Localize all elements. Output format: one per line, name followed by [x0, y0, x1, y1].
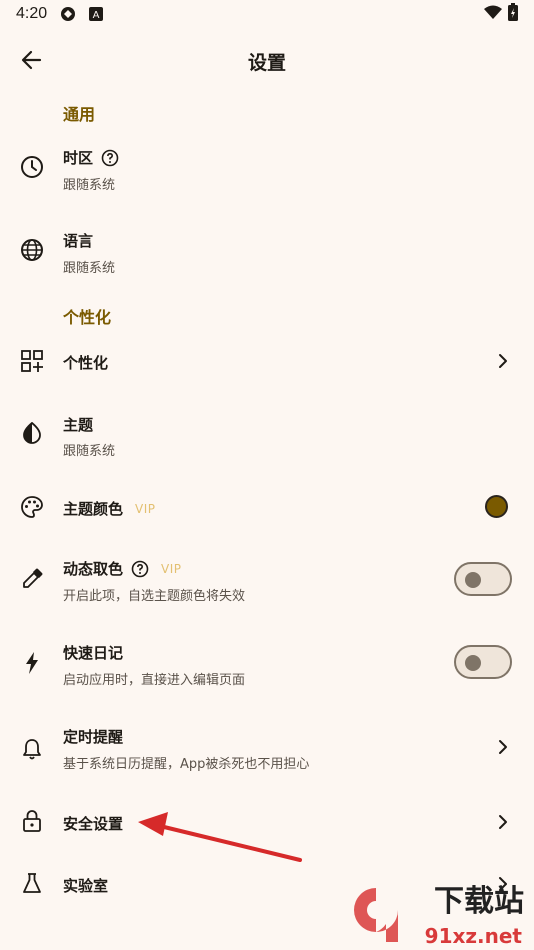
wifi-icon: [484, 5, 502, 23]
watermark: 下载站 91xz.net: [340, 880, 530, 950]
reminder-subtitle: 基于系统日历提醒，App被杀死也不用担心: [63, 757, 310, 772]
status-time: 4:20: [16, 5, 48, 22]
watermark-url: 91xz.net: [424, 924, 522, 948]
vip-badge: VIP: [161, 561, 182, 576]
section-header-personalize: 个性化: [63, 308, 112, 327]
bell-icon: [19, 736, 45, 762]
language-subtitle: 跟随系统: [63, 261, 116, 276]
clock-icon: [19, 154, 45, 180]
setting-timezone[interactable]: 时区 跟随系统: [0, 140, 534, 206]
flask-icon: [19, 870, 45, 896]
status-bar: 4:20 A: [0, 0, 534, 28]
setting-security[interactable]: 安全设置: [0, 796, 534, 846]
help-circle-icon[interactable]: [101, 149, 119, 167]
quick-diary-toggle[interactable]: [454, 645, 512, 679]
timezone-title: 时区: [63, 149, 94, 167]
security-title: 安全设置: [63, 815, 124, 833]
dynamic-color-toggle[interactable]: [454, 562, 512, 596]
language-title: 语言: [63, 232, 94, 250]
vip-badge: VIP: [135, 501, 156, 516]
widgets-icon: [19, 348, 45, 374]
toggle-knob: [465, 572, 481, 588]
chevron-right-icon: [496, 813, 510, 831]
theme-color-title: 主题颜色: [63, 500, 124, 518]
dynamic-color-subtitle: 开启此项，自选主题颜色将失效: [63, 589, 246, 604]
watermark-logo-icon: [354, 888, 398, 942]
setting-theme[interactable]: 主题 跟随系统: [0, 408, 534, 468]
bolt-icon: [19, 650, 45, 676]
battery-icon: [508, 3, 518, 25]
chevron-right-icon: [496, 738, 510, 756]
toggle-knob: [465, 655, 481, 671]
lock-icon: [19, 808, 45, 834]
watermark-text: 下载站: [434, 884, 524, 919]
setting-language[interactable]: 语言 跟随系统: [0, 223, 534, 289]
page-title: 设置: [247, 52, 286, 74]
timezone-subtitle: 跟随系统: [63, 178, 116, 193]
a-badge-icon: A: [89, 7, 104, 21]
reminder-title: 定时提醒: [63, 728, 124, 746]
theme-color-swatch[interactable]: [485, 495, 508, 518]
theme-subtitle: 跟随系统: [63, 444, 116, 459]
setting-quick-diary[interactable]: 快速日记 启动应用时，直接进入编辑页面: [0, 636, 534, 696]
dynamic-color-title: 动态取色: [63, 560, 124, 578]
palette-icon: [19, 494, 45, 520]
app-bar: 设置: [0, 36, 534, 84]
quick-diary-subtitle: 启动应用时，直接进入编辑页面: [63, 673, 246, 688]
setting-personalize[interactable]: 个性化: [0, 336, 534, 386]
setting-theme-color[interactable]: 主题颜色 VIP: [0, 482, 534, 532]
personalize-title: 个性化: [63, 354, 109, 372]
lab-title: 实验室: [63, 877, 109, 895]
globe-icon: [19, 237, 45, 263]
chevron-right-icon: [496, 352, 510, 370]
setting-dynamic-color[interactable]: 动态取色 VIP 开启此项，自选主题颜色将失效: [0, 552, 534, 612]
quick-diary-title: 快速日记: [63, 644, 124, 662]
svg-text:A: A: [93, 10, 100, 21]
help-circle-icon[interactable]: [131, 560, 149, 578]
section-header-general: 通用: [63, 105, 96, 124]
sync-icon: [59, 5, 77, 23]
eyedropper-icon: [19, 566, 45, 592]
contrast-icon: [19, 420, 45, 446]
theme-title: 主题: [63, 416, 94, 434]
setting-reminder[interactable]: 定时提醒 基于系统日历提醒，App被杀死也不用担心: [0, 720, 534, 780]
